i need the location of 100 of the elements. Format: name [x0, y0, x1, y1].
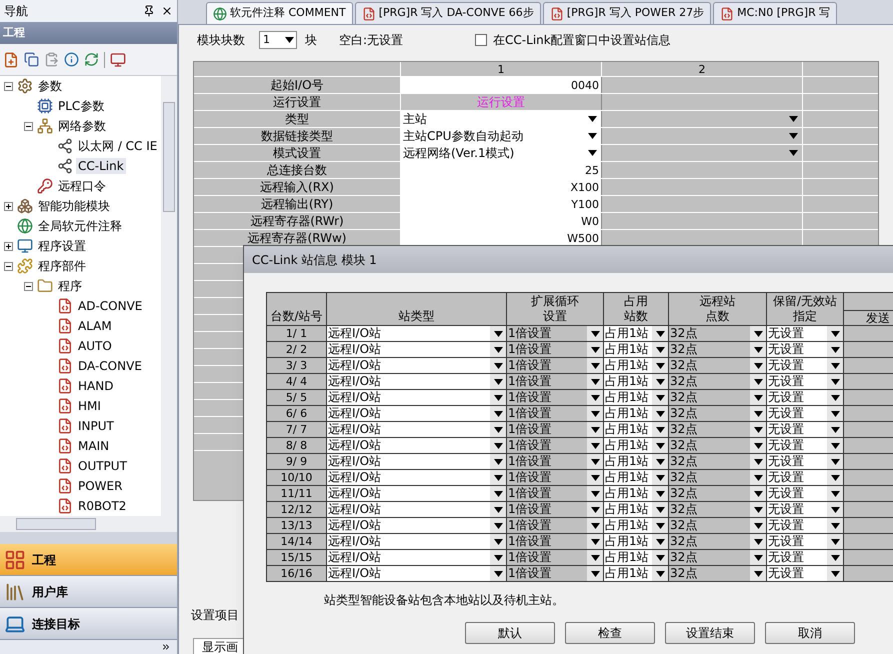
- select-field[interactable]: 无设置: [767, 486, 844, 502]
- dialog-button[interactable]: 取消: [765, 622, 855, 644]
- dropdown-arrow-icon[interactable]: [656, 346, 664, 352]
- tree-item[interactable]: AUTO: [76, 338, 114, 354]
- dropdown-arrow-icon[interactable]: [830, 506, 840, 512]
- collapse-icon[interactable]: [24, 122, 33, 130]
- select-field[interactable]: 无设置: [767, 390, 844, 406]
- select-field[interactable]: 远程I/O站: [327, 406, 507, 422]
- dropdown-arrow-icon[interactable]: [830, 394, 840, 400]
- tree-item[interactable]: ALAM: [76, 318, 114, 334]
- select-field[interactable]: 无设置: [767, 406, 844, 422]
- select-field[interactable]: 主站: [401, 111, 602, 127]
- select-field[interactable]: 占用1站: [604, 566, 669, 582]
- value-field[interactable]: X100: [401, 179, 602, 195]
- dropdown-arrow-icon[interactable]: [789, 150, 798, 156]
- select-field[interactable]: 占用1站: [604, 342, 669, 358]
- select-field[interactable]: 占用1站: [604, 534, 669, 550]
- dropdown-arrow-icon[interactable]: [656, 426, 664, 432]
- select-field[interactable]: 远程I/O站: [327, 566, 507, 582]
- dropdown-arrow-icon[interactable]: [656, 394, 664, 400]
- select-field[interactable]: 远程I/O站: [327, 502, 507, 518]
- select-field[interactable]: 无设置: [767, 358, 844, 374]
- dropdown-arrow-icon[interactable]: [656, 458, 664, 464]
- select-field[interactable]: 远程I/O站: [327, 326, 507, 342]
- copy-icon[interactable]: [24, 52, 39, 67]
- dropdown-arrow-icon[interactable]: [494, 474, 502, 480]
- select-field[interactable]: 远程I/O站: [327, 390, 507, 406]
- module-count-select[interactable]: 1: [259, 31, 297, 49]
- select-field[interactable]: 远程I/O站: [327, 518, 507, 534]
- more-icon[interactable]: [161, 642, 171, 652]
- tree-item[interactable]: MAIN: [76, 438, 112, 454]
- tree-item[interactable]: 参数: [36, 78, 64, 94]
- dropdown-arrow-icon[interactable]: [656, 554, 664, 560]
- dropdown-arrow-icon[interactable]: [656, 570, 664, 576]
- select-field[interactable]: 占用1站: [604, 470, 669, 486]
- dropdown-arrow-icon[interactable]: [494, 362, 502, 368]
- new-file-icon[interactable]: [3, 52, 19, 68]
- select-field[interactable]: 远程I/O站: [327, 342, 507, 358]
- select-field[interactable]: 无设置: [767, 454, 844, 470]
- collapse-icon[interactable]: [4, 262, 13, 270]
- tree-item[interactable]: INPUT: [76, 418, 116, 434]
- dropdown-arrow-icon[interactable]: [830, 554, 840, 560]
- tree-item[interactable]: R0BOT2: [76, 498, 128, 514]
- tree-item[interactable]: 程序设置: [36, 238, 88, 254]
- select-field[interactable]: 无设置: [767, 422, 844, 438]
- select-field[interactable]: 远程I/O站: [327, 374, 507, 390]
- dropdown-arrow-icon[interactable]: [494, 506, 502, 512]
- dropdown-arrow-icon[interactable]: [789, 133, 798, 139]
- select-field[interactable]: 占用1站: [604, 406, 669, 422]
- dropdown-arrow-icon[interactable]: [494, 554, 502, 560]
- dropdown-arrow-icon[interactable]: [830, 346, 840, 352]
- select-field[interactable]: 占用1站: [604, 550, 669, 566]
- expand-icon[interactable]: [4, 202, 13, 210]
- tree-item[interactable]: 程序: [56, 278, 84, 294]
- close-icon[interactable]: [161, 5, 173, 17]
- tree-item[interactable]: 程序部件: [36, 258, 88, 274]
- dropdown-arrow-icon[interactable]: [656, 490, 664, 496]
- select-field[interactable]: 无设置: [767, 534, 844, 550]
- select-field[interactable]: 无设置: [767, 374, 844, 390]
- dropdown-arrow-icon[interactable]: [830, 410, 840, 416]
- dropdown-arrow-icon[interactable]: [494, 410, 502, 416]
- dropdown-arrow-icon[interactable]: [830, 570, 840, 576]
- tree-item[interactable]: CC-Link: [76, 158, 126, 174]
- dropdown-arrow-icon[interactable]: [656, 330, 664, 336]
- select-field[interactable]: 占用1站: [604, 486, 669, 502]
- dropdown-arrow-icon[interactable]: [494, 394, 502, 400]
- select-field[interactable]: 占用1站: [604, 454, 669, 470]
- value-field[interactable]: Y100: [401, 196, 602, 212]
- select-field[interactable]: 无设置: [767, 342, 844, 358]
- dropdown-arrow-icon[interactable]: [494, 442, 502, 448]
- tree-item[interactable]: PLC参数: [56, 98, 106, 114]
- select-field[interactable]: 主站CPU参数自动起动: [401, 128, 602, 144]
- dropdown-arrow-icon[interactable]: [588, 133, 597, 139]
- dropdown-arrow-icon[interactable]: [494, 522, 502, 528]
- dropdown-arrow-icon[interactable]: [830, 426, 840, 432]
- document-tab[interactable]: [PRG]R 写入 DA-CONVE 66步: [354, 2, 541, 24]
- value-field[interactable]: 0040: [401, 77, 602, 93]
- station-checkbox[interactable]: 在CC-Link配置窗口中设置站信息: [475, 31, 671, 49]
- dropdown-arrow-icon[interactable]: [656, 378, 664, 384]
- tree-item[interactable]: 智能功能模块: [36, 198, 112, 214]
- monitor-icon[interactable]: [110, 52, 126, 68]
- select-field[interactable]: 远程I/O站: [327, 550, 507, 566]
- select-field[interactable]: 远程I/O站: [327, 422, 507, 438]
- select-field[interactable]: 远程I/O站: [327, 358, 507, 374]
- select-field[interactable]: 远程I/O站: [327, 438, 507, 454]
- dropdown-arrow-icon[interactable]: [285, 37, 294, 43]
- select-field[interactable]: 占用1站: [604, 390, 669, 406]
- paste-icon[interactable]: [44, 52, 59, 67]
- dropdown-arrow-icon[interactable]: [656, 474, 664, 480]
- select-field[interactable]: 无设置: [767, 470, 844, 486]
- select-field[interactable]: 无设置: [767, 438, 844, 454]
- select-field[interactable]: 无设置: [767, 550, 844, 566]
- tree-item[interactable]: 以太网 / CC IE: [76, 138, 160, 154]
- document-tab[interactable]: [PRG]R 写入 POWER 27步: [542, 2, 712, 24]
- select-field[interactable]: 无设置: [767, 502, 844, 518]
- dropdown-arrow-icon[interactable]: [830, 490, 840, 496]
- dropdown-arrow-icon[interactable]: [588, 150, 597, 156]
- document-tab[interactable]: MC:N0 [PRG]R 写: [713, 2, 838, 24]
- dropdown-arrow-icon[interactable]: [494, 538, 502, 544]
- nav-button[interactable]: 工程: [0, 544, 177, 576]
